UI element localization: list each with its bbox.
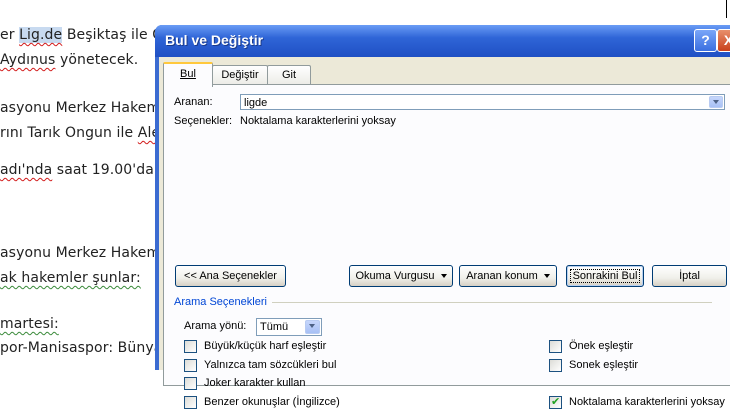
divider — [272, 302, 712, 303]
tab-replace[interactable]: Değiştir — [212, 65, 268, 85]
checkbox-label: Benzer okunuşlar (İngilizce) — [204, 396, 340, 408]
cancel-button[interactable]: İptal — [652, 265, 727, 287]
close-icon[interactable]: X — [717, 29, 730, 52]
document-line: asyonu Merkez Hakem — [0, 245, 161, 261]
find-next-button[interactable]: Sonrakini Bul — [566, 265, 644, 287]
dialog-body: Bul Değiştir Git Aranan: ligde Seçenekle… — [159, 57, 730, 409]
direction-select[interactable]: Tümü — [256, 318, 322, 336]
tab-find[interactable]: Bul — [163, 62, 213, 87]
highlighted-search-match: Lig.de — [19, 27, 63, 43]
tab-goto[interactable]: Git — [267, 65, 311, 85]
search-label: Aranan: — [174, 96, 213, 108]
document-line: asyonu Merkez Hakem — [0, 100, 161, 116]
document-line: adı'nda saat 19.00'da b — [0, 162, 168, 178]
checkbox-whole-words[interactable] — [184, 359, 197, 372]
document-line: rını Tarık Ongun ile Ale — [0, 125, 161, 141]
help-icon[interactable]: ? — [694, 29, 717, 52]
caret-down-icon — [440, 274, 447, 279]
document-line: martesi: — [0, 316, 59, 332]
checkbox-sounds-like[interactable] — [184, 396, 197, 409]
checkbox-label: Önek eşleştir — [569, 340, 634, 352]
find-in-button[interactable]: Aranan konum — [459, 265, 557, 287]
document-line: ak hakemler şunlar: — [0, 270, 141, 286]
checkbox-wildcards[interactable] — [184, 377, 197, 390]
options-value: Noktalama karakterlerini yoksay — [240, 115, 396, 127]
checkbox-ignore-punctuation[interactable] — [549, 395, 562, 409]
chevron-down-icon[interactable] — [709, 96, 723, 108]
checkbox-label: Noktalama karakterlerini yoksay — [569, 396, 725, 408]
checkbox-label: Joker karakter kullan — [204, 377, 306, 389]
document-line: Aydınus yönetecek. — [0, 52, 139, 68]
checkbox-match-prefix[interactable] — [549, 340, 562, 353]
direction-label: Arama yönü: — [184, 320, 247, 332]
checkbox-match-suffix[interactable] — [549, 359, 562, 372]
checkbox-label: Sonek eşleştir — [569, 359, 639, 371]
dialog-title: Bul ve Değiştir — [165, 32, 264, 48]
dialog-titlebar[interactable]: Bul ve Değiştir ? X — [155, 25, 730, 57]
document-line: por-Manisaspor: Bünya — [0, 340, 163, 356]
caret-down-icon — [543, 274, 550, 279]
options-label: Seçenekler: — [174, 115, 233, 127]
document-line: er Lig.de Beşiktaş ile Ga — [0, 27, 172, 43]
chevron-down-icon[interactable] — [305, 320, 320, 334]
checkbox-label: Büyük/küçük harf eşleştir — [204, 340, 327, 352]
find-replace-dialog: Bul ve Değiştir ? X Bul Değiştir Git Ara… — [155, 25, 730, 409]
checkbox-label: Yalnızca tam sözcükleri bul — [204, 359, 337, 371]
tab-strip: Bul Değiştir Git — [159, 57, 730, 87]
less-options-button[interactable]: << Ana Seçenekler — [175, 265, 286, 287]
checkbox-match-case[interactable] — [184, 340, 197, 353]
page-edge-divider — [726, 0, 727, 18]
search-input[interactable]: ligde — [240, 94, 725, 110]
search-options-title: Arama Seçenekleri — [174, 296, 267, 308]
reading-highlight-button[interactable]: Okuma Vurgusu — [349, 265, 453, 287]
find-panel: Aranan: ligde Seçenekler: Noktalama kara… — [163, 84, 730, 409]
